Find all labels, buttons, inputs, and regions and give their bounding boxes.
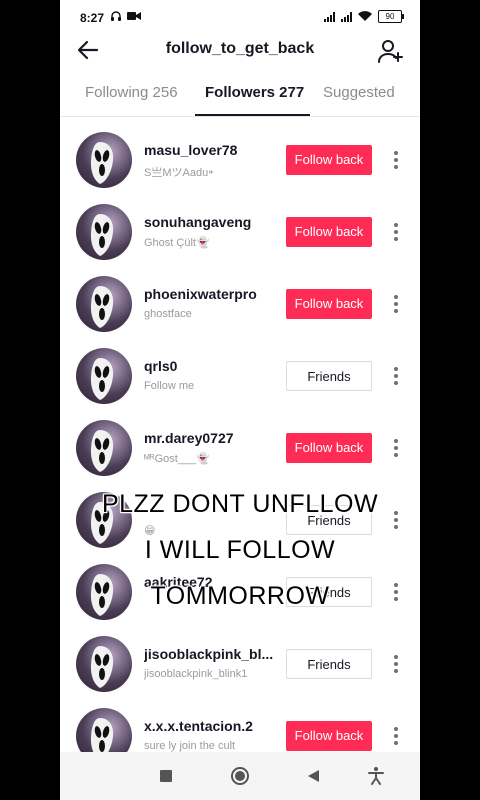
avatar[interactable] xyxy=(76,204,132,260)
wifi-icon xyxy=(358,11,372,21)
username[interactable]: phoenixwaterpro xyxy=(144,286,257,302)
tab-bar: Following 256 Followers 277 Suggested xyxy=(60,72,420,117)
status-bar: 8:27 90 xyxy=(60,0,420,36)
active-tab-indicator xyxy=(195,114,310,116)
more-options-icon[interactable] xyxy=(388,581,404,603)
more-options-icon[interactable] xyxy=(388,293,404,315)
list-item[interactable]: sonuhangaveng Ghost Çült👻 Follow back xyxy=(60,196,420,268)
video-camera-icon xyxy=(127,12,141,20)
list-item[interactable]: 😁 Friends xyxy=(60,484,420,556)
phone-screen: 8:27 90 follow_to_get_back Following 256… xyxy=(60,0,420,800)
more-options-icon[interactable] xyxy=(388,221,404,243)
follow-back-button[interactable]: Follow back xyxy=(286,217,372,247)
user-subtitle: ghostface xyxy=(144,308,192,320)
status-time: 8:27 xyxy=(80,11,105,25)
more-options-icon[interactable] xyxy=(388,509,404,531)
headphones-icon xyxy=(111,11,121,21)
username[interactable]: qrls0 xyxy=(144,358,177,374)
signal-icon-2 xyxy=(341,11,352,22)
header: follow_to_get_back xyxy=(60,36,420,64)
friends-button[interactable]: Friends xyxy=(286,649,372,679)
user-subtitle: Ghost Çült👻 xyxy=(144,237,210,249)
tab-following[interactable]: Following 256 xyxy=(85,84,178,101)
avatar[interactable] xyxy=(76,276,132,332)
username[interactable]: jisooblackpink_bl... xyxy=(144,646,273,662)
more-options-icon[interactable] xyxy=(388,725,404,747)
username[interactable]: aakritee72 xyxy=(144,574,213,590)
username[interactable]: mr.darey0727 xyxy=(144,430,234,446)
avatar[interactable] xyxy=(76,420,132,476)
user-subtitle: sure ly join the cult xyxy=(144,740,236,752)
username[interactable]: masu_lover78 xyxy=(144,142,237,158)
battery-icon: 90 xyxy=(378,10,404,23)
avatar[interactable] xyxy=(76,132,132,188)
list-item[interactable]: aakritee72 Friends xyxy=(60,556,420,628)
system-nav-bar xyxy=(60,752,420,800)
follow-back-button[interactable]: Follow back xyxy=(286,721,372,751)
avatar[interactable] xyxy=(76,636,132,692)
username[interactable]: sonuhangaveng xyxy=(144,214,251,230)
follower-list: masu_lover78 S亗MツAadu⁍ Follow back sonuh… xyxy=(60,124,420,752)
user-subtitle: S亗MツAadu⁍ xyxy=(144,167,214,179)
user-subtitle: 😁 xyxy=(144,525,156,537)
list-item[interactable]: masu_lover78 S亗MツAadu⁍ Follow back xyxy=(60,124,420,196)
user-subtitle: Follow me xyxy=(144,380,195,392)
home-icon[interactable] xyxy=(230,766,250,786)
avatar[interactable] xyxy=(76,564,132,620)
tab-followers[interactable]: Followers 277 xyxy=(205,84,304,101)
accessibility-icon[interactable] xyxy=(366,766,386,786)
follow-back-button[interactable]: Follow back xyxy=(286,433,372,463)
add-user-icon[interactable] xyxy=(378,38,404,64)
tab-suggested[interactable]: Suggested xyxy=(323,84,395,101)
avatar[interactable] xyxy=(76,708,132,752)
avatar[interactable] xyxy=(76,348,132,404)
more-options-icon[interactable] xyxy=(388,653,404,675)
list-item[interactable]: jisooblackpink_bl... jisooblackpink_blin… xyxy=(60,628,420,700)
more-options-icon[interactable] xyxy=(388,365,404,387)
friends-button[interactable]: Friends xyxy=(286,505,372,535)
more-options-icon[interactable] xyxy=(388,149,404,171)
avatar[interactable] xyxy=(76,492,132,548)
list-item[interactable]: x.x.x.tentacion.2 sure ly join the cult … xyxy=(60,700,420,752)
list-item[interactable]: qrls0 Follow me Friends xyxy=(60,340,420,412)
list-item[interactable]: mr.darey0727 ᴹᴿGost___👻 Follow back xyxy=(60,412,420,484)
friends-button[interactable]: Friends xyxy=(286,577,372,607)
more-options-icon[interactable] xyxy=(388,437,404,459)
recent-apps-icon[interactable] xyxy=(156,766,176,786)
follow-back-button[interactable]: Follow back xyxy=(286,289,372,319)
user-subtitle: jisooblackpink_blink1 xyxy=(144,668,248,680)
signal-icon xyxy=(324,11,335,22)
list-item[interactable]: phoenixwaterpro ghostface Follow back xyxy=(60,268,420,340)
back-triangle-icon[interactable] xyxy=(304,766,324,786)
follow-back-button[interactable]: Follow back xyxy=(286,145,372,175)
friends-button[interactable]: Friends xyxy=(286,361,372,391)
username[interactable]: x.x.x.tentacion.2 xyxy=(144,718,253,734)
page-title: follow_to_get_back xyxy=(165,40,315,57)
user-subtitle: ᴹᴿGost___👻 xyxy=(144,453,210,465)
